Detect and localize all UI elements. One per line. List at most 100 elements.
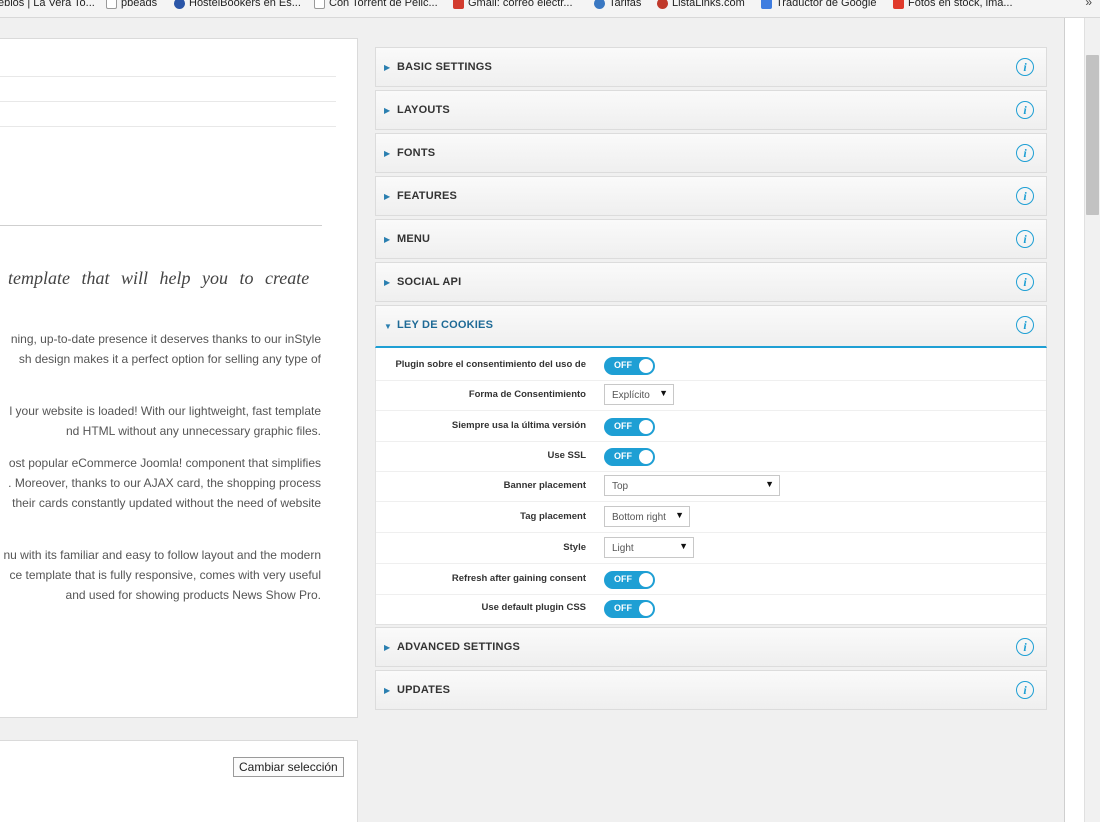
style-select[interactable]: Light ▼ [604, 537, 694, 558]
scrollbar-thumb[interactable] [1086, 55, 1099, 215]
info-icon[interactable]: i [1016, 681, 1034, 699]
caret-down-icon: ▼ [675, 510, 684, 520]
accordion-updates[interactable]: ▶ UPDATES i [375, 670, 1047, 710]
paragraph-line: and used for showing products News Show … [65, 588, 321, 602]
info-icon[interactable]: i [1016, 101, 1034, 119]
bookmark-item[interactable]: Tarifas [594, 0, 641, 12]
info-icon[interactable]: i [1016, 144, 1034, 162]
accordion-features[interactable]: ▶ FEATURES i [375, 176, 1047, 216]
toggle-knob [639, 450, 653, 464]
setting-label: Refresh after gaining consent [451, 573, 586, 584]
setting-row: Style Light ▼ [376, 533, 1046, 564]
accordion-label: BASIC SETTINGS [397, 61, 493, 73]
accordion-layouts[interactable]: ▶ LAYOUTS i [375, 90, 1047, 130]
setting-row: Use default plugin CSS OFF [376, 593, 1046, 624]
info-icon[interactable]: i [1016, 316, 1034, 334]
article-paragraph: l your website is loaded! With our light… [10, 401, 321, 441]
divider [0, 101, 336, 102]
bookmarks-bar: eblos | La Vera To... pbeads HostelBooke… [0, 0, 1100, 18]
select-value: Explícito [612, 390, 650, 401]
accordion-label: UPDATES [397, 684, 451, 696]
paragraph-line: . Moreover, thanks to our AJAX card, the… [8, 476, 321, 490]
bookmark-label: Con Torrent de Pelic... [329, 0, 438, 9]
paragraph-line: nu with its familiar and easy to follow … [3, 548, 321, 562]
window-scrollbar[interactable] [1064, 18, 1100, 822]
bookmark-label: Traductor de Google [776, 0, 877, 9]
banner-placement-select[interactable]: Top ▼ [604, 475, 780, 496]
accordion-ley-de-cookies[interactable]: ▼ LEY DE COOKIES i [375, 305, 1047, 348]
consent-type-select[interactable]: Explícito ▼ [604, 384, 674, 405]
select-value: Bottom right [612, 512, 666, 523]
triangle-right-icon: ▶ [384, 149, 391, 158]
bookmark-label: ListaLinks.com [672, 0, 745, 9]
default-plugin-css-toggle[interactable]: OFF [604, 600, 655, 618]
accordion-basic-settings[interactable]: ▶ BASIC SETTINGS i [375, 47, 1047, 87]
setting-label: Banner placement [503, 480, 586, 491]
divider [0, 126, 336, 127]
bookmarks-more-chevron-icon[interactable]: » [1085, 0, 1092, 9]
setting-label: Forma de Consentimiento [468, 389, 586, 400]
globe-icon [594, 0, 605, 9]
google-translate-icon [761, 0, 772, 9]
stock-icon [893, 0, 904, 9]
accordion-fonts[interactable]: ▶ FONTS i [375, 133, 1047, 173]
triangle-right-icon: ▶ [384, 192, 391, 201]
bookmark-item[interactable]: Fotos en stock, ima... [893, 0, 1013, 12]
bookmark-item[interactable]: Con Torrent de Pelic... [314, 0, 438, 12]
setting-row: Plugin sobre el consentimiento del uso d… [376, 350, 1046, 381]
gmail-icon [453, 0, 464, 9]
triangle-right-icon: ▶ [384, 643, 391, 652]
latest-version-toggle[interactable]: OFF [604, 418, 655, 436]
bookmark-item[interactable]: Traductor de Google [761, 0, 876, 12]
triangle-right-icon: ▶ [384, 106, 391, 115]
toggle-state: OFF [614, 421, 632, 431]
setting-row: Forma de Consentimiento Explícito ▼ [376, 380, 1046, 411]
bookmark-item[interactable]: pbeads [106, 0, 157, 12]
accordion-label: ADVANCED SETTINGS [397, 641, 520, 653]
setting-label: Plugin sobre el consentimiento del uso d… [395, 359, 586, 370]
info-icon[interactable]: i [1016, 58, 1034, 76]
setting-label: Use default plugin CSS [481, 602, 586, 613]
article-paragraph: nu with its familiar and easy to follow … [3, 545, 321, 605]
paragraph-line: nd HTML without any unnecessary graphic … [65, 424, 321, 438]
setting-label: Siempre usa la última versión [451, 420, 586, 431]
accordion-label: LEY DE COOKIES [397, 319, 494, 331]
bookmark-item[interactable]: HostelBookers en Es... [174, 0, 301, 12]
divider [0, 225, 322, 226]
accordion-social-api[interactable]: ▶ SOCIAL API i [375, 262, 1047, 302]
info-icon[interactable]: i [1016, 230, 1034, 248]
triangle-right-icon: ▶ [384, 235, 391, 244]
article-paragraph: ning, up-to-date presence it deserves th… [11, 329, 321, 369]
setting-row: Refresh after gaining consent OFF [376, 564, 1046, 595]
paragraph-line: sh design makes it a perfect option for … [18, 352, 321, 366]
bookmark-item[interactable]: eblos | La Vera To... [0, 0, 95, 12]
info-icon[interactable]: i [1016, 273, 1034, 291]
change-selection-button[interactable]: Cambiar selección [233, 757, 344, 777]
tag-placement-select[interactable]: Bottom right ▼ [604, 506, 690, 527]
info-icon[interactable]: i [1016, 187, 1034, 205]
accordion-label: FONTS [397, 147, 436, 159]
paragraph-line: ning, up-to-date presence it deserves th… [10, 332, 321, 346]
setting-row: Siempre usa la última versión OFF [376, 411, 1046, 442]
page-icon [106, 0, 117, 9]
accordion-label: MENU [397, 233, 431, 245]
info-icon[interactable]: i [1016, 638, 1034, 656]
accordion-label: SOCIAL API [397, 276, 462, 288]
bookmark-label: pbeads [121, 0, 158, 9]
triangle-down-icon: ▼ [384, 322, 392, 331]
refresh-after-consent-toggle[interactable]: OFF [604, 571, 655, 589]
toggle-state: OFF [614, 451, 632, 461]
paragraph-line: their cards constantly updated without t… [12, 496, 321, 510]
bookmark-label: Fotos en stock, ima... [908, 0, 1013, 9]
use-ssl-toggle[interactable]: OFF [604, 448, 655, 466]
bookmark-item[interactable]: Gmail: correo electr... [453, 0, 573, 12]
setting-row: Use SSL OFF [376, 441, 1046, 472]
consent-plugin-toggle[interactable]: OFF [604, 357, 655, 375]
toggle-state: OFF [614, 603, 632, 613]
caret-down-icon: ▼ [765, 479, 774, 489]
accordion-menu[interactable]: ▶ MENU i [375, 219, 1047, 259]
accordion-advanced-settings[interactable]: ▶ ADVANCED SETTINGS i [375, 627, 1047, 667]
bookmark-item[interactable]: ListaLinks.com [657, 0, 745, 12]
bookmark-label: HostelBookers en Es... [189, 0, 301, 9]
article-heading: template that will help you to create [8, 268, 310, 288]
